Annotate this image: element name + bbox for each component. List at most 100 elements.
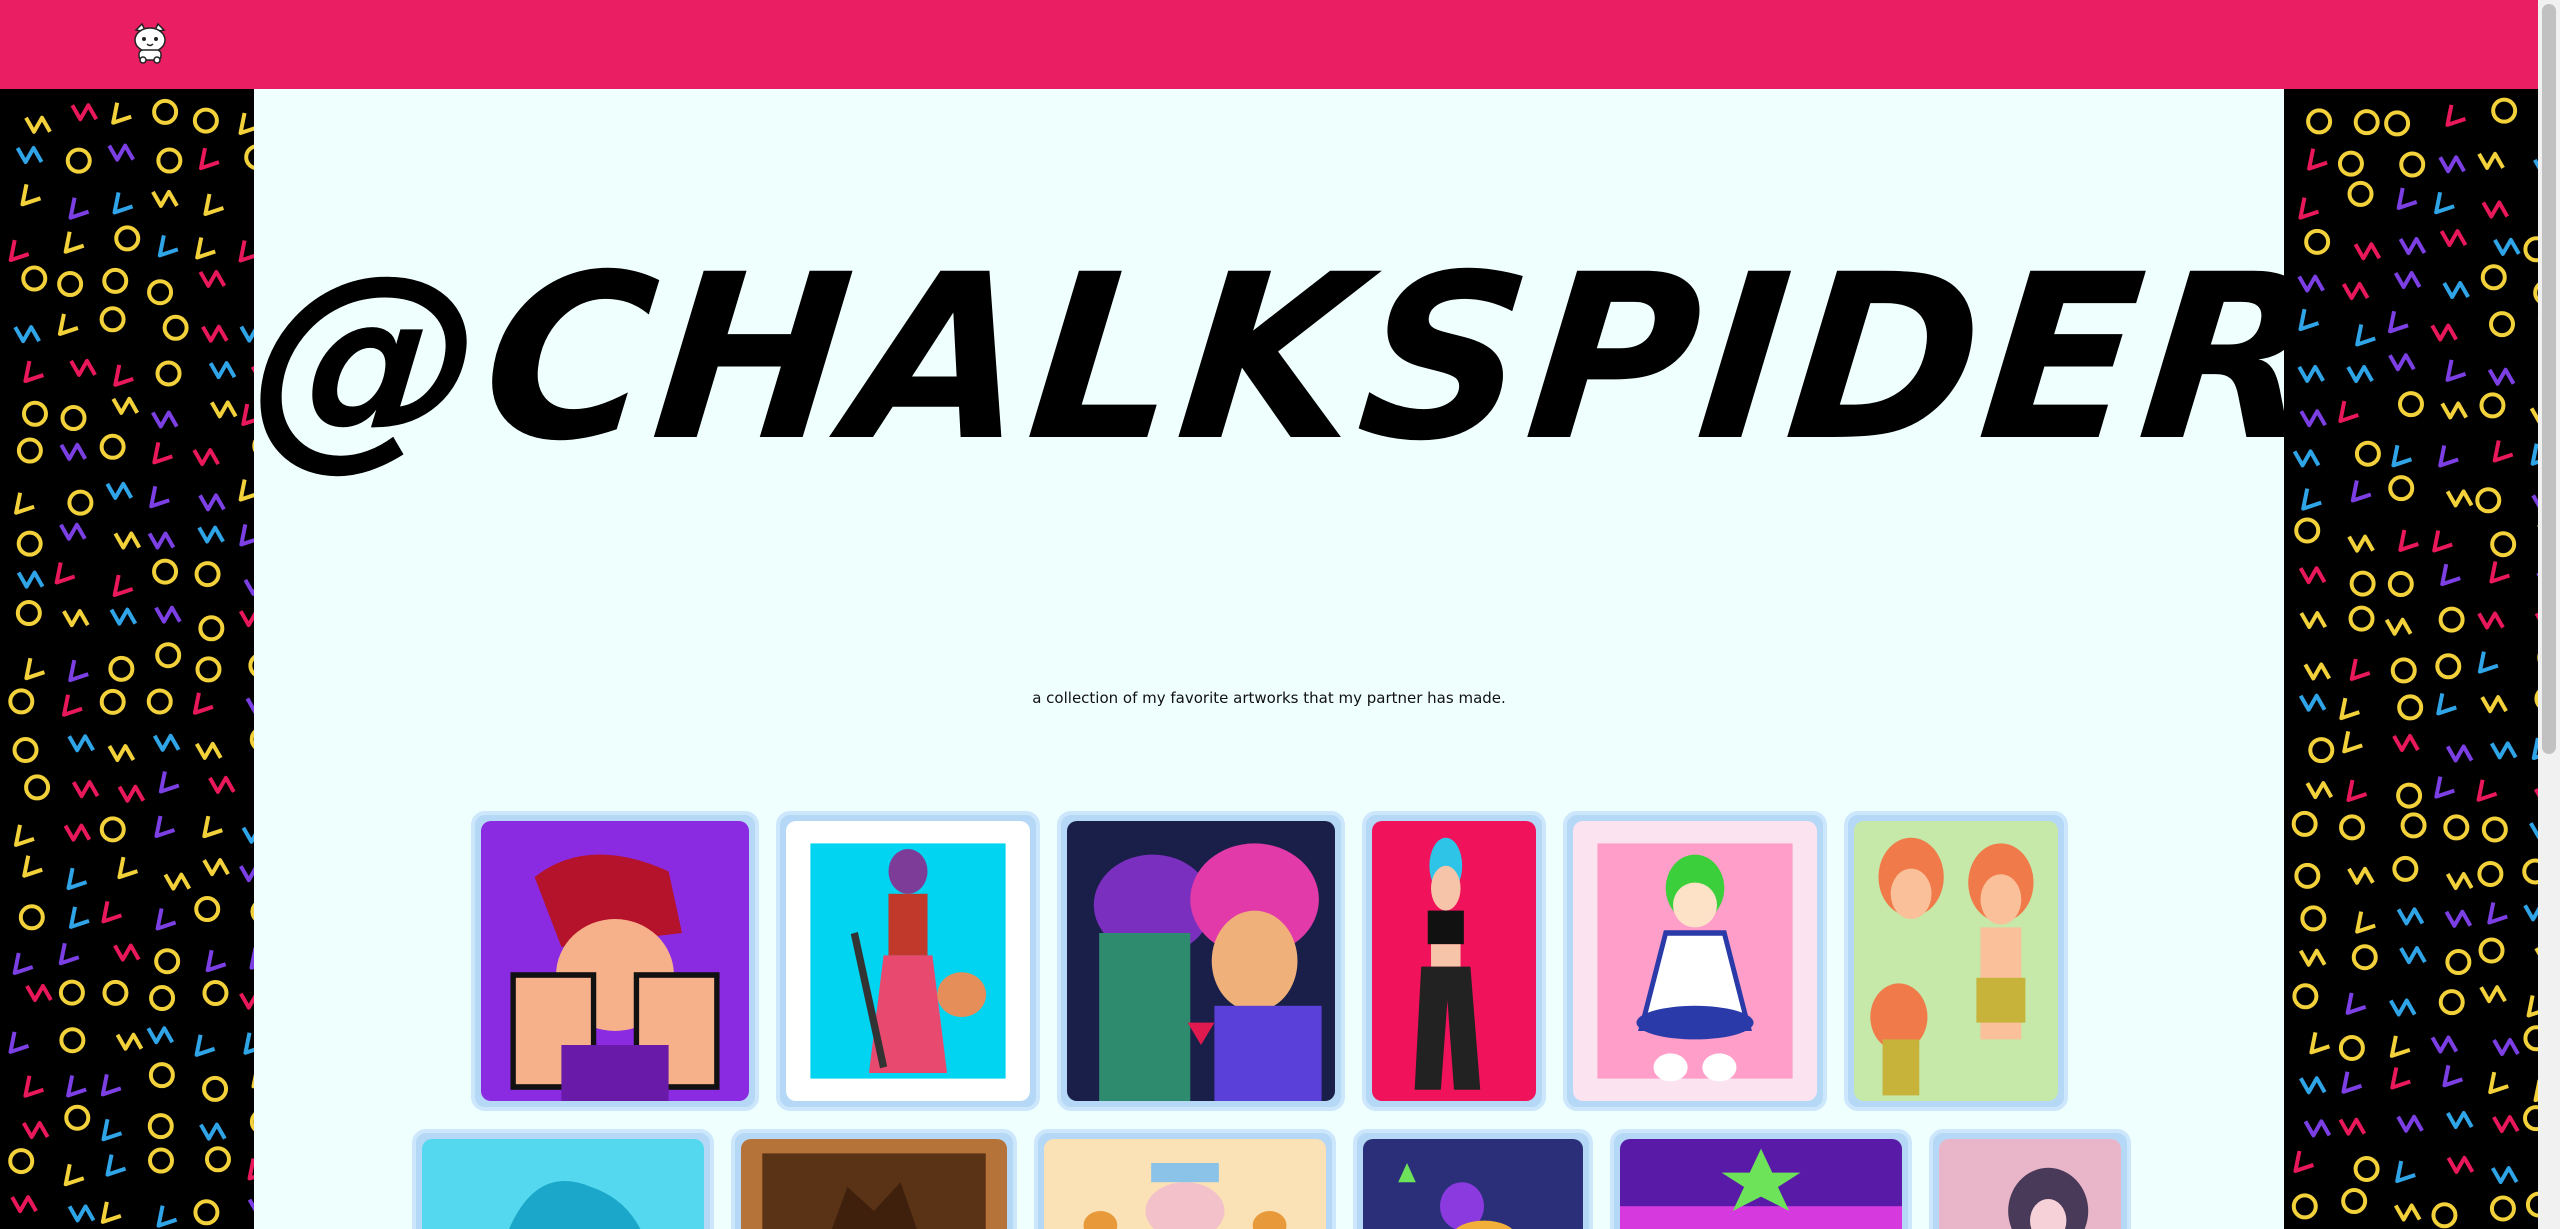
artwork-card[interactable] xyxy=(731,1129,1017,1229)
pattern-shape xyxy=(59,522,87,541)
pattern-shape xyxy=(2476,779,2498,802)
pattern-shape xyxy=(2349,570,2376,597)
pattern-shape xyxy=(192,448,220,467)
pattern-shape xyxy=(2477,151,2505,170)
artwork-card[interactable] xyxy=(776,811,1040,1111)
pattern-shape xyxy=(2348,605,2375,632)
pattern-shape xyxy=(152,98,179,125)
pattern-shape xyxy=(2397,391,2424,418)
pattern-shape xyxy=(2388,998,2417,1017)
pattern-shape xyxy=(105,1154,127,1177)
artwork-card[interactable] xyxy=(1362,811,1546,1111)
artwork-card[interactable] xyxy=(1057,811,1345,1111)
pattern-shape xyxy=(2292,983,2319,1010)
pattern-shape xyxy=(2346,779,2368,802)
pattern-shape xyxy=(2490,1166,2519,1185)
pattern-shape xyxy=(2298,693,2327,712)
pattern-shape xyxy=(238,610,254,628)
pattern-shape xyxy=(54,562,76,585)
artwork-card[interactable] xyxy=(1929,1129,2131,1229)
pattern-shape xyxy=(2294,517,2321,544)
pattern-shape xyxy=(65,147,92,174)
pattern-shape xyxy=(69,358,97,377)
pattern-shape xyxy=(241,403,254,427)
pattern-shape xyxy=(2337,150,2364,177)
pattern-shape xyxy=(101,1118,123,1142)
pattern-shape xyxy=(2438,606,2465,633)
pattern-shape xyxy=(154,815,176,839)
pattern-shape xyxy=(151,189,179,208)
pattern-shape xyxy=(238,112,254,136)
top-nav-bar xyxy=(0,0,2538,89)
pattern-shape xyxy=(2389,1035,2411,1058)
pattern-shape xyxy=(2297,274,2325,293)
pattern-shape xyxy=(2489,561,2511,584)
pattern-shape xyxy=(117,856,139,880)
pattern-shape xyxy=(2397,694,2424,721)
artwork-card[interactable] xyxy=(1844,811,2068,1111)
pattern-shape xyxy=(2301,488,2322,511)
pattern-shape xyxy=(2353,109,2380,136)
page-description: a collection of my favorite artworks tha… xyxy=(1032,689,1506,707)
pattern-shape xyxy=(2434,191,2455,215)
artwork-image xyxy=(1067,821,1335,1101)
pattern-shape xyxy=(2399,151,2426,178)
pattern-shape xyxy=(2384,110,2411,137)
pattern-shape xyxy=(57,313,79,336)
pattern-shape xyxy=(2347,534,2375,553)
pattern-shape xyxy=(100,1073,122,1097)
pattern-shape xyxy=(2522,858,2538,885)
pattern-shape xyxy=(2392,733,2420,752)
pattern-shape xyxy=(68,197,90,220)
home-logo-link[interactable] xyxy=(128,20,172,64)
artwork-card[interactable] xyxy=(1353,1129,1593,1229)
pattern-shape xyxy=(2342,730,2363,754)
pattern-shape xyxy=(239,524,254,547)
pattern-shape xyxy=(2523,1025,2538,1052)
pattern-shape xyxy=(2431,1202,2458,1229)
artwork-card[interactable] xyxy=(1034,1129,1336,1229)
pattern-shape xyxy=(2478,937,2505,964)
right-decorative-pattern xyxy=(2284,89,2538,1229)
pattern-shape xyxy=(2347,866,2375,885)
pattern-shape xyxy=(2438,445,2459,468)
pattern-shape xyxy=(203,193,225,216)
pattern-shape xyxy=(2438,989,2465,1016)
pattern-shape xyxy=(2529,822,2538,839)
pattern-shape xyxy=(2481,816,2508,843)
pattern-shape xyxy=(63,231,85,254)
artwork-card[interactable] xyxy=(1563,811,1827,1111)
pattern-shape xyxy=(155,642,182,669)
pattern-shape xyxy=(2388,310,2409,334)
pattern-shape xyxy=(113,943,141,962)
pattern-shape xyxy=(64,1104,91,1131)
pattern-shape xyxy=(2396,187,2418,210)
pattern-shape xyxy=(2479,985,2507,1004)
pattern-shape xyxy=(99,433,126,460)
pattern-shape xyxy=(2480,695,2508,714)
pattern-shape xyxy=(71,780,100,799)
artwork-image xyxy=(1372,821,1536,1101)
pattern-shape xyxy=(108,655,135,682)
pattern-shape xyxy=(15,145,44,164)
scrollbar-thumb[interactable] xyxy=(2542,4,2556,754)
artwork-image xyxy=(786,821,1030,1101)
pattern-shape xyxy=(24,774,51,801)
pattern-shape xyxy=(158,771,180,794)
pattern-shape xyxy=(156,1205,178,1228)
artwork-card[interactable] xyxy=(412,1129,714,1229)
pattern-shape xyxy=(2477,651,2499,674)
pattern-shape xyxy=(157,234,179,258)
artwork-card[interactable] xyxy=(471,811,759,1111)
pattern-shape xyxy=(2477,860,2504,887)
pattern-shape xyxy=(2339,697,2360,721)
pattern-shape xyxy=(151,410,179,429)
pattern-shape xyxy=(2442,281,2470,300)
pattern-shape xyxy=(22,855,43,878)
pattern-shape xyxy=(102,267,129,294)
pattern-shape xyxy=(2395,1160,2416,1184)
page-scrollbar[interactable] xyxy=(2538,0,2560,1229)
pattern-shape xyxy=(239,325,254,343)
artwork-card[interactable] xyxy=(1610,1129,1912,1229)
pattern-shape xyxy=(2347,180,2374,207)
